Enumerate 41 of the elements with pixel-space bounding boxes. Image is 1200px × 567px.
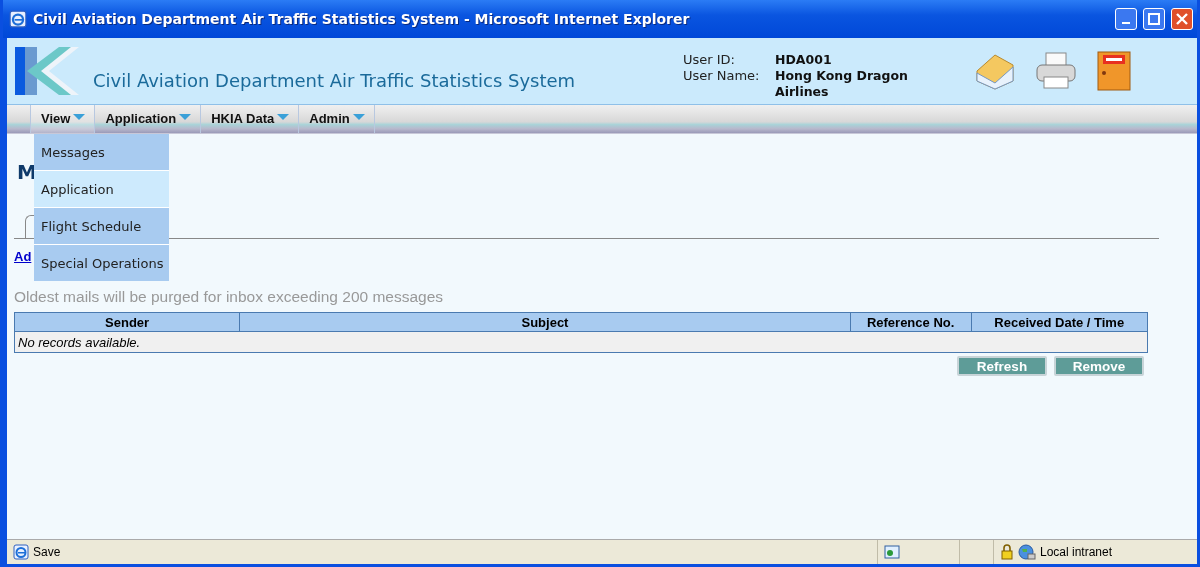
caret-icon <box>72 111 87 121</box>
menu-item[interactable]: Admin <box>299 105 375 133</box>
dropdown-item[interactable]: Application <box>34 171 169 207</box>
close-button[interactable] <box>1171 8 1193 30</box>
window-icon <box>884 544 900 560</box>
caret-icon <box>351 111 366 121</box>
caret-icon <box>276 111 291 121</box>
maximize-button[interactable] <box>1143 8 1165 30</box>
user-id: HDA001 <box>775 52 833 68</box>
browser-icon <box>9 10 27 28</box>
user-id-label: User ID: <box>683 52 736 68</box>
printer-icon[interactable] <box>1035 51 1077 91</box>
system-title: Civil Aviation Department Air Traffic Statistics System <box>93 69 577 91</box>
menu-item[interactable]: View <box>31 105 96 133</box>
user-name: Hong Kong Dragon Airlines <box>775 68 909 100</box>
dropdown-item[interactable]: Special Operations <box>34 245 169 281</box>
link[interactable]: Ad <box>14 249 32 264</box>
browser-icon <box>13 544 29 560</box>
exit-door-icon[interactable] <box>1097 51 1131 91</box>
status-text: Save <box>33 545 61 559</box>
window-title: Civil Aviation Department Air Traffic Statistics System - Microsoft Internet Explorer <box>33 11 691 27</box>
empty-message: No records available. <box>14 331 1148 353</box>
purge-note: Oldest mails will be purged for inbox exceeding 200 messages <box>14 288 445 306</box>
column-header[interactable]: Reference No. <box>850 312 971 332</box>
maximize-icon <box>1148 13 1160 25</box>
column-header[interactable]: Received Date / Time <box>971 312 1148 332</box>
lock-icon <box>1000 544 1014 560</box>
menu-item[interactable]: HKIA Data <box>201 105 300 133</box>
column-header[interactable]: Sender <box>14 312 240 332</box>
column-header[interactable]: Subject <box>239 312 851 332</box>
zone-label: Local intranet <box>1040 545 1113 559</box>
minimize-icon <box>1122 22 1130 24</box>
caret-icon <box>178 111 193 121</box>
user-name-label: User Name: <box>683 68 761 85</box>
close-icon <box>1176 13 1188 25</box>
dropdown-item[interactable]: Flight Schedule <box>34 208 169 244</box>
dropdown-item[interactable]: Messages <box>34 134 169 170</box>
minimize-button[interactable] <box>1115 8 1137 30</box>
globe-icon <box>1018 544 1036 560</box>
menu-item[interactable]: Application <box>95 105 202 133</box>
logo <box>15 45 81 97</box>
